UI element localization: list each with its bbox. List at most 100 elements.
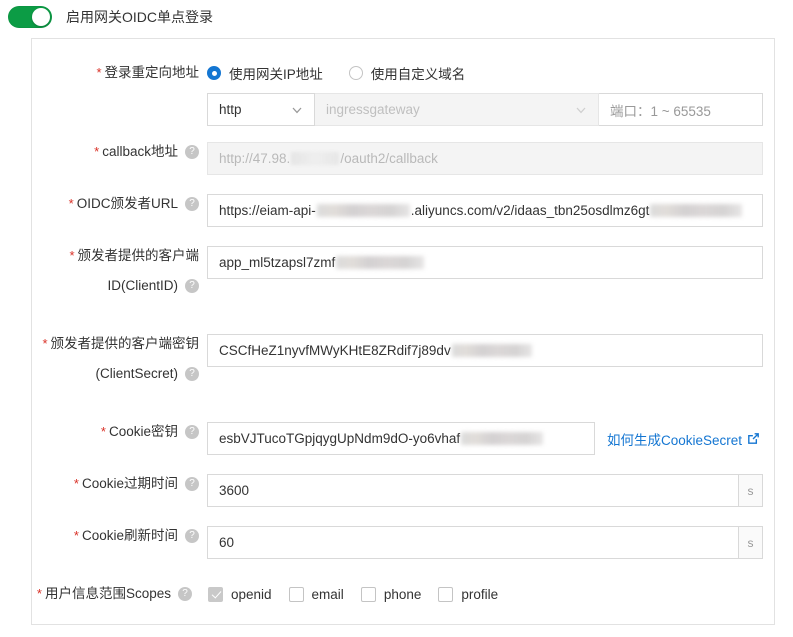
- how-to-generate-cookie-secret-link[interactable]: 如何生成CookieSecret: [607, 429, 760, 449]
- cookie-secret-value: esbVJTucoTGpjqygUpNdm9dO-yo6vhaf: [219, 431, 461, 446]
- help-icon[interactable]: ?: [185, 145, 199, 159]
- field-cookie-secret: esbVJTucoTGpjqygUpNdm9dO-yo6vhaf 如何生成Coo…: [207, 422, 774, 455]
- label-text: OIDC颁发者URL: [76, 196, 178, 211]
- switch-knob: [32, 8, 50, 26]
- client-secret-value: CSCfHeZ1nyvfMWyKHtE8ZRdif7j89dv: [219, 343, 451, 358]
- label-line2-wrap: ID(ClientID) ?: [32, 276, 199, 296]
- label-text: Cookie过期时间: [81, 476, 178, 491]
- oidc-settings-panel: * 登录重定向地址 使用网关IP地址 使用自定义域名 http ingressg…: [31, 38, 775, 625]
- help-icon[interactable]: ?: [185, 477, 199, 491]
- required-asterisk: *: [73, 476, 79, 491]
- host-select: ingressgateway: [315, 93, 599, 126]
- form-row-cookie-refresh: * Cookie刷新时间 ? 60 s: [32, 526, 774, 559]
- field-scopes: openid email phone profile: [200, 584, 774, 604]
- cookie-expire-unit: s: [738, 474, 763, 507]
- issuer-url-part1: https://eiam-api-: [219, 203, 316, 218]
- field-callback-address: http://47.98. /oauth2/callback: [207, 142, 774, 175]
- required-asterisk: *: [69, 248, 75, 263]
- cookie-secret-input[interactable]: esbVJTucoTGpjqygUpNdm9dO-yo6vhaf: [207, 422, 595, 455]
- help-icon[interactable]: ?: [185, 279, 199, 293]
- scheme-select[interactable]: http: [207, 93, 315, 126]
- client-id-value: app_ml5tzapsl7zmf: [219, 255, 336, 270]
- field-redirect-address: 使用网关IP地址 使用自定义域名 http ingressgateway 端口：…: [207, 63, 774, 126]
- checkbox-scope-profile[interactable]: profile: [438, 586, 499, 602]
- enable-oidc-sso-label: 启用网关OIDC单点登录: [66, 9, 213, 25]
- label-text-line1: 颁发者提供的客户端: [77, 248, 200, 263]
- help-icon[interactable]: ?: [185, 425, 199, 439]
- radio-indicator: [207, 66, 221, 80]
- label-text: Cookie密钥: [108, 424, 178, 439]
- radio-use-custom-domain[interactable]: 使用自定义域名: [348, 63, 466, 83]
- label-text: 用户信息范围Scopes: [44, 586, 171, 601]
- label-text: callback地址: [102, 144, 178, 159]
- cookie-expire-input[interactable]: 3600: [207, 474, 738, 507]
- checkbox-indicator: [438, 586, 454, 602]
- form-row-client-secret: * 颁发者提供的客户端密钥 (ClientSecret) ? CSCfHeZ1n…: [32, 334, 774, 384]
- radio-use-gateway-ip[interactable]: 使用网关IP地址: [207, 63, 323, 83]
- help-icon[interactable]: ?: [178, 587, 192, 601]
- form-row-scopes: * 用户信息范围Scopes ? openid email phone prof…: [32, 584, 774, 604]
- field-cookie-expire: 3600 s: [207, 474, 774, 507]
- chevron-down-icon: [292, 107, 302, 113]
- required-asterisk: *: [96, 65, 102, 80]
- redirect-url-input-group: http ingressgateway 端口：1 ~ 65535: [207, 93, 763, 126]
- chevron-down-icon: [576, 107, 586, 113]
- label-text-line2: ID(ClientID): [107, 278, 178, 293]
- label-client-secret: * 颁发者提供的客户端密钥 (ClientSecret) ?: [32, 334, 207, 384]
- field-issuer-url: https://eiam-api- .aliyuncs.com/v2/idaas_…: [207, 194, 774, 227]
- checkbox-label: email: [311, 586, 344, 602]
- label-text-line2: (ClientSecret): [95, 366, 178, 381]
- checkbox-label: phone: [383, 586, 422, 602]
- form-row-cookie-expire: * Cookie过期时间 ? 3600 s: [32, 474, 774, 507]
- external-link-icon: [748, 433, 759, 444]
- redirect-mode-radio-group: 使用网关IP地址 使用自定义域名: [207, 63, 774, 83]
- checkbox-label: profile: [461, 586, 499, 602]
- help-icon[interactable]: ?: [185, 367, 199, 381]
- checkbox-scope-phone[interactable]: phone: [360, 586, 422, 602]
- label-issuer-url: * OIDC颁发者URL ?: [32, 194, 207, 214]
- label-scopes: * 用户信息范围Scopes ?: [32, 584, 200, 604]
- callback-value-prefix: http://47.98.: [219, 151, 291, 166]
- label-redirect-address: * 登录重定向地址: [32, 63, 207, 83]
- enable-oidc-sso-switch[interactable]: [8, 6, 52, 28]
- field-client-id: app_ml5tzapsl7zmf: [207, 246, 774, 279]
- checkbox-scope-email[interactable]: email: [288, 586, 344, 602]
- required-asterisk: *: [68, 196, 74, 211]
- cookie-expire-value: 3600: [219, 483, 250, 498]
- cookie-refresh-input[interactable]: 60: [207, 526, 738, 559]
- field-client-secret: CSCfHeZ1nyvfMWyKHtE8ZRdif7j89dv: [207, 334, 774, 367]
- checkbox-indicator: [288, 586, 304, 602]
- label-text-line1: 颁发者提供的客户端密钥: [50, 336, 200, 351]
- issuer-url-input[interactable]: https://eiam-api- .aliyuncs.com/v2/idaas_…: [207, 194, 763, 227]
- cookie-refresh-group: 60 s: [207, 526, 763, 559]
- cookie-expire-group: 3600 s: [207, 474, 763, 507]
- radio-indicator: [348, 66, 363, 80]
- callback-address-input: http://47.98. /oauth2/callback: [207, 142, 763, 175]
- radio-label: 使用自定义域名: [370, 67, 466, 82]
- form-row-issuer-url: * OIDC颁发者URL ? https://eiam-api- .aliyunc…: [32, 194, 774, 227]
- cookie-refresh-unit: s: [738, 526, 763, 559]
- help-icon[interactable]: ?: [185, 529, 199, 543]
- label-callback-address: * callback地址 ?: [32, 142, 207, 162]
- client-secret-input[interactable]: CSCfHeZ1nyvfMWyKHtE8ZRdif7j89dv: [207, 334, 763, 367]
- port-placeholder: 端口：1 ~ 65535: [610, 103, 711, 119]
- redacted-text: [650, 204, 743, 217]
- scopes-checkbox-group: openid email phone profile: [208, 584, 774, 604]
- label-cookie-refresh: * Cookie刷新时间 ?: [32, 526, 207, 546]
- enable-oidc-sso-toggle-row: 启用网关OIDC单点登录: [8, 5, 213, 29]
- checkbox-indicator: [360, 586, 376, 602]
- client-id-input[interactable]: app_ml5tzapsl7zmf: [207, 246, 763, 279]
- callback-value-suffix: /oauth2/callback: [340, 151, 438, 166]
- host-select-value: ingressgateway: [326, 102, 420, 117]
- label-text: 登录重定向地址: [104, 65, 200, 80]
- link-text: 如何生成CookieSecret: [607, 432, 743, 448]
- help-icon[interactable]: ?: [185, 197, 199, 211]
- port-input[interactable]: 端口：1 ~ 65535: [599, 93, 763, 126]
- checkbox-label: openid: [231, 586, 272, 602]
- checkbox-indicator: [208, 586, 223, 602]
- redacted-text: [316, 204, 410, 217]
- redacted-text: [291, 152, 340, 165]
- checkbox-scope-openid: openid: [208, 586, 272, 602]
- label-line2-wrap: (ClientSecret) ?: [32, 364, 199, 384]
- label-cookie-expire: * Cookie过期时间 ?: [32, 474, 207, 494]
